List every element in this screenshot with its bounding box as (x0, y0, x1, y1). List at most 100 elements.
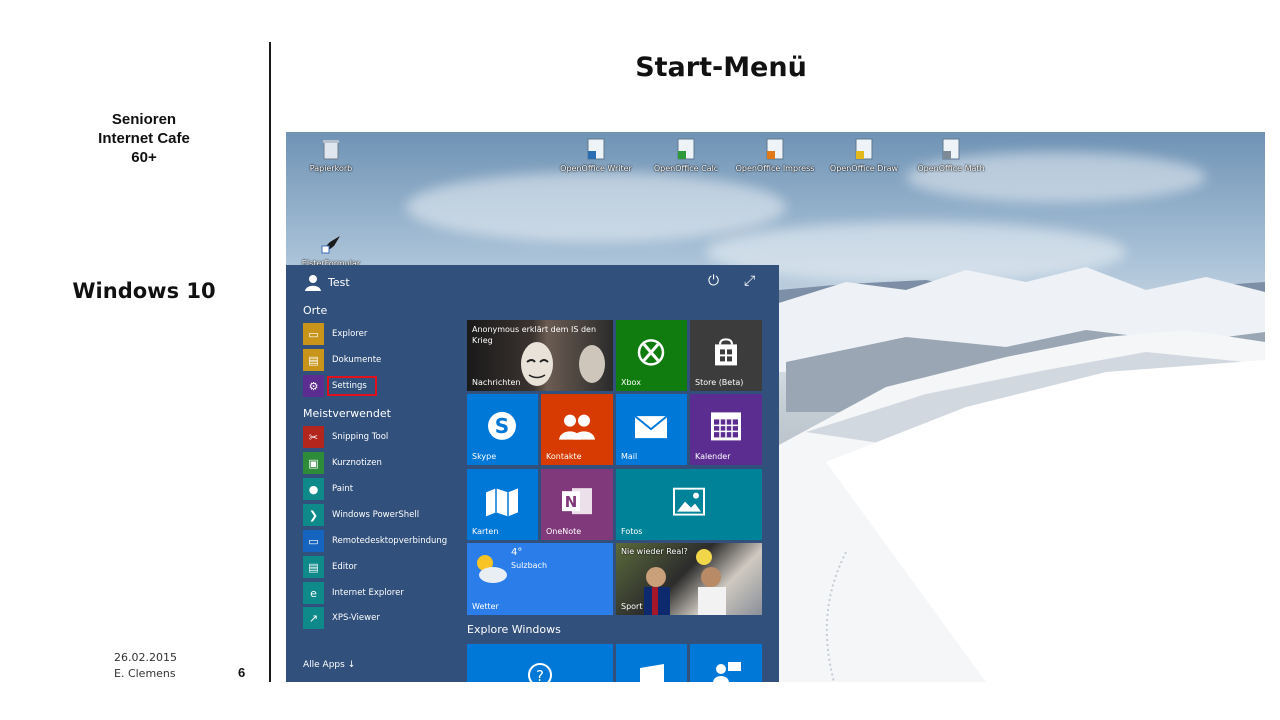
weather-temperature: 4° (511, 547, 523, 558)
tile-kalender[interactable]: Kalender (690, 394, 762, 465)
tile-karten[interactable]: Karten (467, 469, 538, 540)
photos-icon (673, 487, 705, 516)
os-title: Windows 10 (72, 279, 216, 303)
desktop-icon-openoffice-impress[interactable]: OpenOffice Impress (730, 137, 820, 173)
tile-mail[interactable]: Mail (616, 394, 687, 465)
menu-item-xps-viewer[interactable]: ↗ XPS-Viewer (303, 607, 380, 629)
svg-text:?: ? (536, 667, 544, 682)
menu-item-paint[interactable]: ● Paint (303, 478, 353, 500)
tile-explore-help[interactable]: ? (467, 644, 613, 682)
menu-item-snipping-tool[interactable]: ✂ Snipping Tool (303, 426, 388, 448)
tile-skype[interactable]: S Skype (467, 394, 538, 465)
menu-item-remotedesktopverbindung[interactable]: ▭ Remotedesktopverbindung (303, 530, 447, 552)
documents-icon: ▤ (303, 349, 324, 371)
menu-item-label: Kurznotizen (332, 458, 382, 468)
menu-item-explorer[interactable]: ▭ Explorer (303, 323, 367, 345)
vertical-divider (269, 42, 271, 682)
watermark-line-1: Windows 10 Pro Technical Preview (1099, 656, 1253, 666)
shortcut-icon (587, 138, 605, 160)
desktop-icon-label: Papierkorb (309, 164, 353, 173)
tile-onenote[interactable]: N OneNote (541, 469, 613, 540)
svg-text:N: N (565, 493, 578, 511)
tile-label: Kalender (695, 452, 731, 461)
desktop-screenshot: Papierkorb OpenOffice Writer OpenOffice … (286, 132, 1265, 682)
help-question-icon: ? (528, 663, 552, 682)
tile-sport[interactable]: Nie wieder Real? Sport (616, 543, 762, 615)
elster-shortcut-icon (321, 236, 340, 254)
page-number: 6 (238, 665, 246, 680)
menu-item-label: XPS-Viewer (332, 613, 380, 623)
power-icon[interactable]: ⏻ (708, 273, 719, 289)
menu-item-windows-powershell[interactable]: ❯ Windows PowerShell (303, 504, 419, 526)
most-used-header: Meistverwendet (303, 407, 391, 420)
tile-xbox[interactable]: Xbox (616, 320, 687, 391)
tile-explore-feedback[interactable] (690, 644, 762, 682)
tile-label: Sport (621, 602, 643, 611)
tile-label: Skype (472, 452, 497, 461)
tile-store[interactable]: Store (Beta) (690, 320, 762, 391)
tile-nachrichten[interactable]: Anonymous erklärt dem IS den Krieg Nachr… (467, 320, 613, 391)
menu-item-editor[interactable]: ▤ Editor (303, 556, 357, 578)
tile-label: Mail (621, 452, 638, 461)
user-avatar-icon (305, 275, 321, 291)
tile-label: OneNote (546, 527, 582, 536)
menu-item-label: Internet Explorer (332, 588, 404, 598)
tile-label: Kontakte (546, 452, 582, 461)
desktop-icon-openoffice-writer[interactable]: OpenOffice Writer (551, 137, 641, 173)
menu-item-settings[interactable]: ⚙ Settings (303, 375, 377, 397)
explore-windows-header: Explore Windows (467, 623, 561, 636)
folder-icon: ▭ (303, 323, 324, 345)
sticky-notes-icon: ▣ (303, 452, 324, 474)
calendar-icon (711, 411, 741, 440)
desktop-icon-label: OpenOffice Math (917, 164, 985, 173)
menu-item-kurznotizen[interactable]: ▣ Kurznotizen (303, 452, 382, 474)
org-line-3: 60+ (131, 149, 157, 166)
tile-kontakte[interactable]: Kontakte (541, 394, 613, 465)
svg-text:S: S (495, 413, 509, 437)
internet-explorer-icon: e (303, 582, 324, 604)
desktop-icon-openoffice-math[interactable]: OpenOffice Math (906, 137, 996, 173)
mail-envelope-icon (634, 414, 668, 438)
sport-headline: Nie wieder Real? (621, 547, 688, 556)
menu-item-label: Snipping Tool (332, 432, 389, 442)
contacts-people-icon (559, 414, 595, 440)
menu-item-dokumente[interactable]: ▤ Dokumente (303, 349, 381, 371)
org-line-2: Internet Cafe (98, 130, 190, 147)
menu-item-label: Explorer (332, 329, 368, 339)
desktop-icon-openoffice-draw[interactable]: OpenOffice Draw (819, 137, 909, 173)
paint-palette-icon: ● (303, 478, 324, 500)
tile-explore-windows[interactable] (616, 644, 687, 682)
user-name: Test (328, 275, 350, 289)
scissors-icon: ✂ (303, 426, 324, 448)
recycle-bin-icon (323, 140, 339, 160)
desktop-icon-elsterformular[interactable]: ElsterFormular (286, 232, 376, 268)
desktop-icon-openoffice-calc[interactable]: OpenOffice Calc (641, 137, 731, 173)
expand-icon[interactable]: ⤢ (744, 273, 755, 289)
all-apps-button[interactable]: Alle Apps ↓ (303, 660, 355, 670)
footer-date: 26.02.2015 (114, 651, 177, 664)
tile-label: Karten (472, 527, 499, 536)
shortcut-icon (766, 138, 784, 160)
shortcut-icon (942, 138, 960, 160)
store-bag-icon (715, 337, 737, 365)
menu-item-internet-explorer[interactable]: e Internet Explorer (303, 582, 404, 604)
start-menu: Test Orte ▭ Explorer ▤ Dokumente ⚙ Setti… (286, 265, 779, 682)
menu-item-label: Remotedesktopverbindung (332, 536, 448, 546)
maps-icon (486, 487, 518, 516)
news-headline: Anonymous erklärt dem IS den Krieg (472, 325, 597, 345)
menu-item-label: Settings (327, 376, 377, 396)
tile-fotos[interactable]: Fotos (616, 469, 762, 540)
org-name: Senioren Internet Cafe 60+ (60, 110, 228, 167)
menu-item-label: Paint (332, 484, 354, 494)
desktop-icon-papierkorb[interactable]: Papierkorb (286, 137, 376, 173)
xbox-icon (637, 338, 665, 366)
xps-viewer-icon: ↗ (303, 607, 324, 629)
tile-wetter[interactable]: 4° Sulzbach Wetter (467, 543, 613, 615)
remote-desktop-icon: ▭ (303, 530, 324, 552)
menu-item-label: Windows PowerShell (332, 510, 420, 520)
user-account[interactable]: Test (304, 273, 350, 291)
desktop-icon-label: OpenOffice Writer (560, 164, 632, 173)
weather-cloud-sun-icon (477, 555, 507, 583)
shortcut-icon (855, 138, 873, 160)
windows-logo-icon (640, 664, 664, 682)
